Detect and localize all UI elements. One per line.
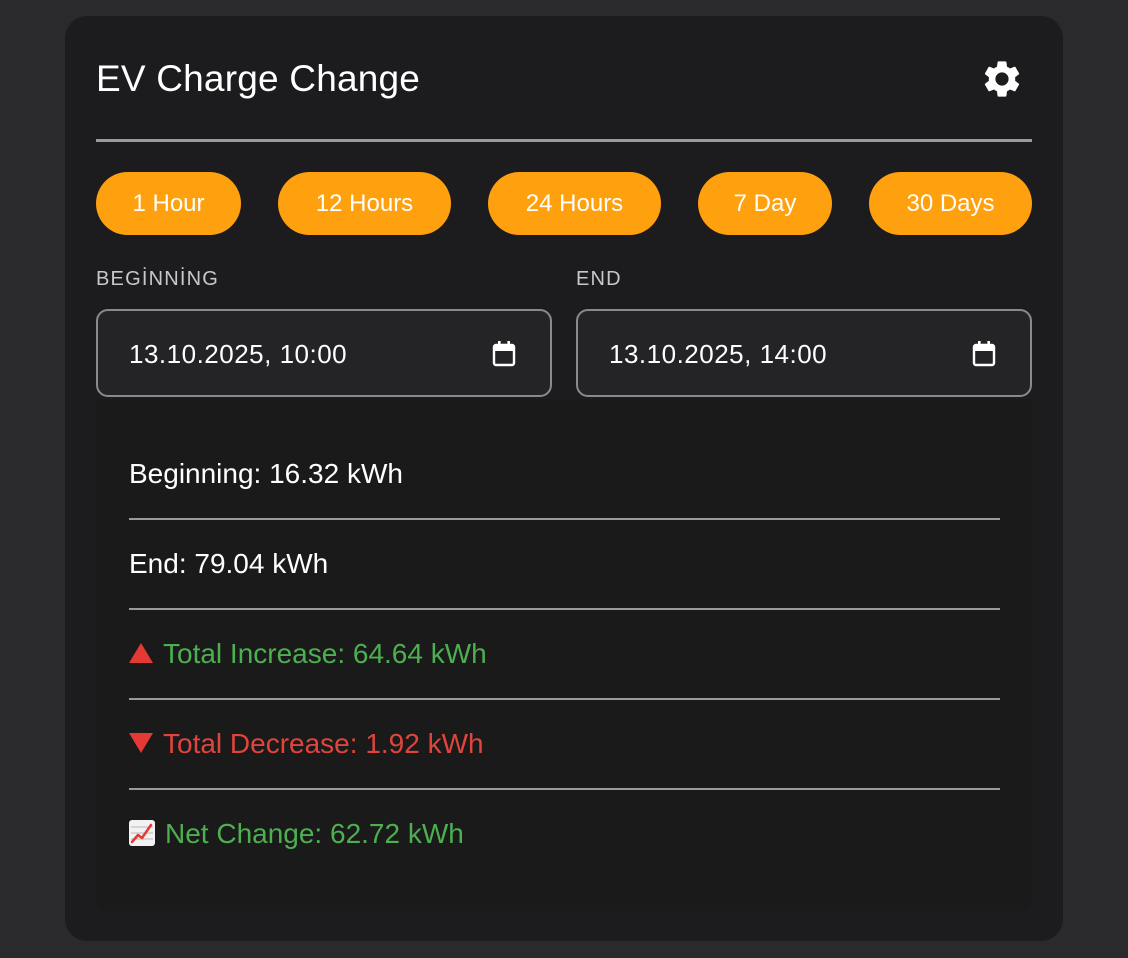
results-panel: Beginning: 16.32 kWh End: 79.04 kWh Tota… [96,399,1032,911]
increase-row: Total Increase: 64.64 kWh [129,610,1000,700]
start-label: BEGİNNİNG [96,268,220,290]
card-header: EV Charge Change [96,16,1032,142]
end-datetime-input[interactable]: 13.10.2025, 14:00 [576,309,1032,397]
increase-value: Total Increase: 64.64 kWh [163,638,487,669]
increase-line: Total Increase: 64.64 kWh [129,638,487,670]
gear-icon[interactable] [980,57,1024,101]
start-datetime-input[interactable]: 13.10.2025, 10:00 [96,309,552,397]
end-label: END [576,268,622,290]
end-row: End: 79.04 kWh [129,520,1000,610]
ev-charge-card: EV Charge Change 1 Hour 12 Hours 24 Hour… [65,16,1063,941]
beginning-value: Beginning: 16.32 kWh [129,458,403,489]
decrease-row: Total Decrease: 1.92 kWh [129,700,1000,790]
range-30-days-button[interactable]: 30 Days [869,172,1032,235]
card-title: EV Charge Change [96,58,421,99]
decrease-line: Total Decrease: 1.92 kWh [129,728,484,760]
chart-increasing-icon [129,819,155,846]
end-datetime-value: 13.10.2025, 14:00 [609,339,828,369]
calendar-icon[interactable] [972,341,996,367]
start-datetime-value: 13.10.2025, 10:00 [129,339,348,369]
net-value: Net Change: 62.72 kWh [165,818,464,849]
range-12-hours-button[interactable]: 12 Hours [278,172,451,235]
range-selector: 1 Hour 12 Hours 24 Hours 7 Day 30 Days [96,172,1032,235]
red-down-triangle-icon [129,732,153,753]
decrease-value: Total Decrease: 1.92 kWh [163,728,484,759]
red-up-triangle-icon [129,642,153,663]
end-value: End: 79.04 kWh [129,548,329,579]
net-line: Net Change: 62.72 kWh [129,818,464,850]
range-24-hours-button[interactable]: 24 Hours [488,172,661,235]
range-1-hour-button[interactable]: 1 Hour [96,172,241,235]
range-7-day-button[interactable]: 7 Day [698,172,832,235]
calendar-icon[interactable] [492,341,516,367]
beginning-row: Beginning: 16.32 kWh [129,430,1000,520]
net-row: Net Change: 62.72 kWh [129,790,1000,880]
